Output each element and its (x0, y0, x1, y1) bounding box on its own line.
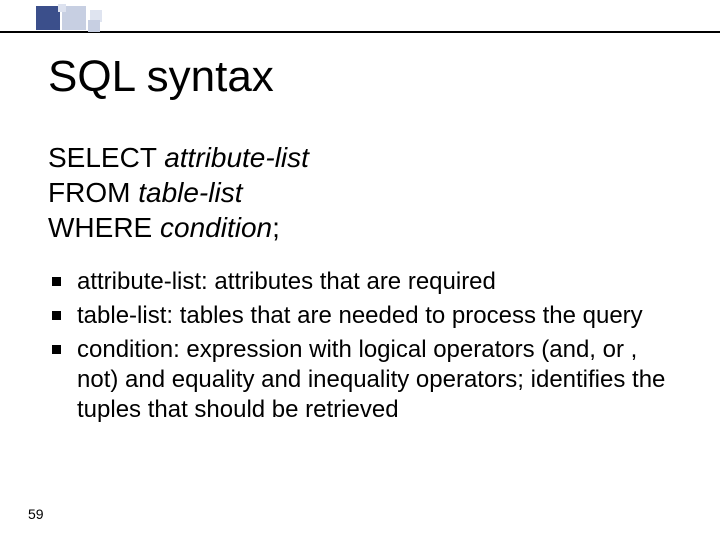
decor-square-icon (36, 6, 60, 30)
list-item: attribute-list: attributes that are requ… (48, 267, 680, 297)
slide-title: SQL syntax (48, 52, 274, 102)
slide-body: SELECT attribute-list FROM table-list WH… (48, 140, 680, 429)
bullet-square-icon (52, 311, 61, 320)
list-item: condition: expression with logical opera… (48, 335, 680, 425)
slide: SQL syntax SELECT attribute-list FROM ta… (0, 0, 720, 540)
header-rule (0, 31, 720, 33)
list-item: table-list: tables that are needed to pr… (48, 301, 680, 331)
syntax-line-select: SELECT attribute-list (48, 140, 680, 175)
bullet-square-icon (52, 277, 61, 286)
syntax-line-where: WHERE condition; (48, 210, 680, 245)
bullet-list: attribute-list: attributes that are requ… (48, 267, 680, 425)
placeholder-table-list: table-list (138, 177, 242, 208)
keyword-select: SELECT (48, 142, 156, 173)
bullet-text: attribute-list: attributes that are requ… (77, 267, 680, 297)
decor-square-icon (88, 20, 100, 32)
bullet-square-icon (52, 345, 61, 354)
terminator: ; (272, 212, 280, 243)
placeholder-attribute-list: attribute-list (164, 142, 309, 173)
bullet-text: table-list: tables that are needed to pr… (77, 301, 680, 331)
decor-square-icon (58, 4, 66, 12)
page-number: 59 (28, 506, 44, 522)
keyword-from: FROM (48, 177, 130, 208)
placeholder-condition: condition (160, 212, 272, 243)
keyword-where: WHERE (48, 212, 152, 243)
bullet-text: condition: expression with logical opera… (77, 335, 680, 425)
syntax-line-from: FROM table-list (48, 175, 680, 210)
header-decoration (0, 0, 720, 38)
sql-syntax-block: SELECT attribute-list FROM table-list WH… (48, 140, 680, 245)
